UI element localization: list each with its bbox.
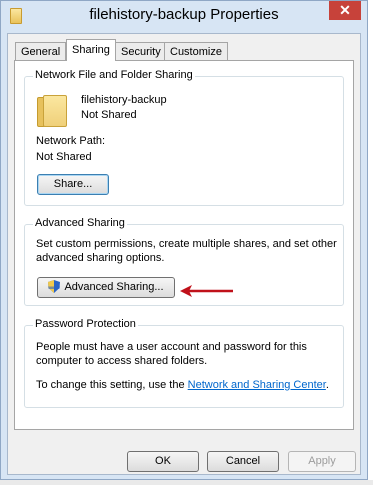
window-title: filehistory-backup Properties — [89, 6, 279, 23]
window-shadow — [0, 480, 373, 485]
tab-general[interactable]: General — [15, 42, 67, 60]
title-bar[interactable]: filehistory-backup Properties ✕ — [1, 1, 367, 33]
password-protection-text-line2: computer to access shared folders. — [36, 355, 208, 367]
red-arrow-annotation — [180, 285, 233, 297]
change-setting-text: To change this setting, use the Network … — [36, 379, 329, 391]
tab-sharing[interactable]: Sharing — [66, 39, 116, 61]
advanced-sharing-button[interactable]: Advanced Sharing... — [37, 277, 175, 298]
uac-shield-icon — [48, 279, 61, 293]
advanced-sharing-button-label: Advanced Sharing... — [64, 281, 164, 293]
folder-name: filehistory-backup — [81, 94, 167, 106]
ok-button[interactable]: OK — [127, 451, 199, 472]
properties-window: filehistory-backup Properties ✕ General … — [0, 0, 368, 480]
network-sharing-group: Network File and Folder Sharing filehist… — [24, 69, 344, 206]
password-protection-group: Password Protection People must have a u… — [24, 318, 344, 408]
share-button[interactable]: Share... — [37, 174, 109, 195]
change-setting-prefix: To change this setting, use the — [36, 379, 188, 391]
cancel-button[interactable]: Cancel — [207, 451, 279, 472]
tab-customize[interactable]: Customize — [164, 42, 228, 60]
sharing-tab-page: Network File and Folder Sharing filehist… — [14, 60, 354, 430]
advanced-sharing-group-label: Advanced Sharing — [33, 217, 127, 229]
advanced-sharing-description-line1: Set custom permissions, create multiple … — [36, 238, 337, 250]
tab-security[interactable]: Security — [115, 42, 167, 60]
network-sharing-center-link[interactable]: Network and Sharing Center — [188, 379, 326, 391]
network-sharing-group-label: Network File and Folder Sharing — [33, 69, 195, 81]
network-path-label: Network Path: — [36, 135, 106, 147]
password-protection-group-label: Password Protection — [33, 318, 138, 330]
password-protection-text-line1: People must have a user account and pass… — [36, 341, 307, 353]
change-setting-period: . — [325, 379, 329, 391]
close-button[interactable]: ✕ — [329, 1, 361, 20]
network-path-value: Not Shared — [36, 151, 92, 163]
advanced-sharing-description-line2: advanced sharing options. — [36, 252, 165, 264]
apply-button[interactable]: Apply — [288, 451, 356, 472]
share-status: Not Shared — [81, 109, 137, 121]
dialog-client: General Sharing Security Customize Netwo… — [7, 33, 361, 475]
folder-icon — [37, 93, 67, 127]
